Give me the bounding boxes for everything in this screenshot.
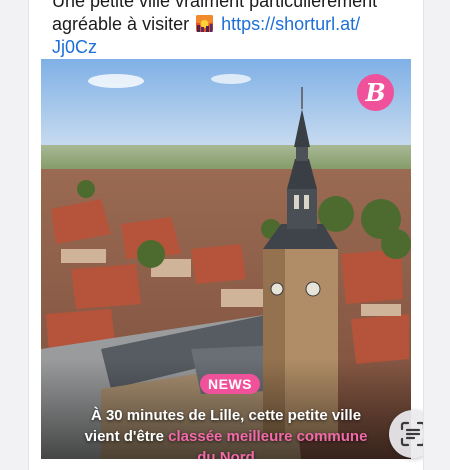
caption-line-1: Une petite ville vraiment particulièreme… bbox=[52, 0, 378, 11]
headline-line-3: du Nord bbox=[41, 447, 411, 459]
headline-text: vient d'être bbox=[84, 428, 169, 445]
photo-headline: À 30 minutes de Lille, cette petite vill… bbox=[41, 405, 411, 459]
aerial-town-photo bbox=[41, 59, 411, 459]
caption-text: agréable à visiter bbox=[52, 14, 190, 34]
caption-line-2: agréable à visiter https://shorturl.at/ bbox=[52, 13, 412, 36]
headline-highlight: classée meilleure commune bbox=[168, 428, 368, 445]
headline-line-1: À 30 minutes de Lille, cette petite vill… bbox=[90, 407, 362, 424]
short-link-continued[interactable]: Jj0Cz bbox=[52, 36, 412, 59]
sunset-emoji-icon bbox=[196, 15, 214, 32]
headline-highlight-continued: du Nord bbox=[197, 449, 255, 459]
post-caption: Une petite ville vraiment particulièreme… bbox=[52, 0, 412, 59]
brand-logo[interactable]: B bbox=[357, 74, 394, 111]
post-photo[interactable]: B NEWS À 30 minutes de Lille, cette peti… bbox=[41, 59, 411, 459]
headline-line-2: vient d'être classée meilleure commune bbox=[41, 426, 411, 447]
short-link[interactable]: https://shorturl.at/ bbox=[221, 14, 360, 34]
news-badge: NEWS bbox=[200, 374, 260, 394]
post-card: Une petite ville vraiment particulièreme… bbox=[28, 0, 424, 470]
